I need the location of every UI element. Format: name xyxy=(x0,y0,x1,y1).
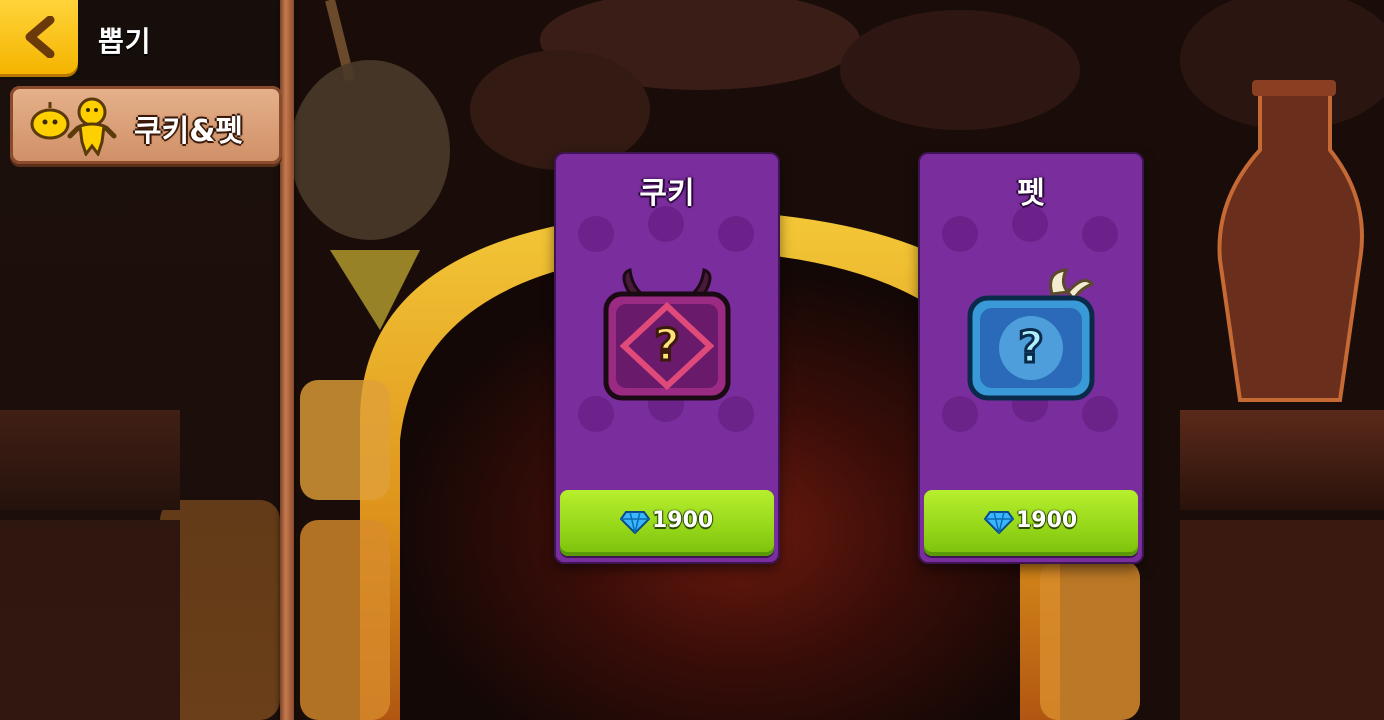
diamond-icon xyxy=(620,511,650,534)
svg-text:?: ? xyxy=(1018,322,1044,373)
panel-divider xyxy=(280,0,294,720)
blue-winged-mystery-box-icon: ? xyxy=(967,268,1095,401)
page-title: 뽑기 xyxy=(98,25,152,58)
price-label: 1900 xyxy=(1016,508,1078,533)
card-title: 펫 xyxy=(1017,176,1045,211)
tab-cookie-pet[interactable]: 쿠키&펫 xyxy=(10,86,282,164)
buy-pet-button[interactable]: 1900 xyxy=(924,490,1138,556)
header-bar: 뽑기 xyxy=(0,0,280,80)
price-label: 1900 xyxy=(652,508,714,533)
card-title: 쿠키 xyxy=(639,176,695,211)
buy-cookie-button[interactable]: 1900 xyxy=(560,490,774,556)
purple-horned-mystery-box-icon: ? xyxy=(603,267,731,401)
back-button[interactable] xyxy=(0,0,78,74)
svg-text:?: ? xyxy=(654,320,680,371)
diamond-icon xyxy=(984,511,1014,534)
cookie-pet-icon xyxy=(30,97,117,156)
cookie-gacha-card[interactable]: 쿠키 ? 1900 xyxy=(556,154,778,562)
chevron-left-icon xyxy=(25,16,55,58)
tab-label: 쿠키&펫 xyxy=(134,114,243,149)
pet-gacha-card[interactable]: 펫 ? 1900 xyxy=(920,154,1142,562)
